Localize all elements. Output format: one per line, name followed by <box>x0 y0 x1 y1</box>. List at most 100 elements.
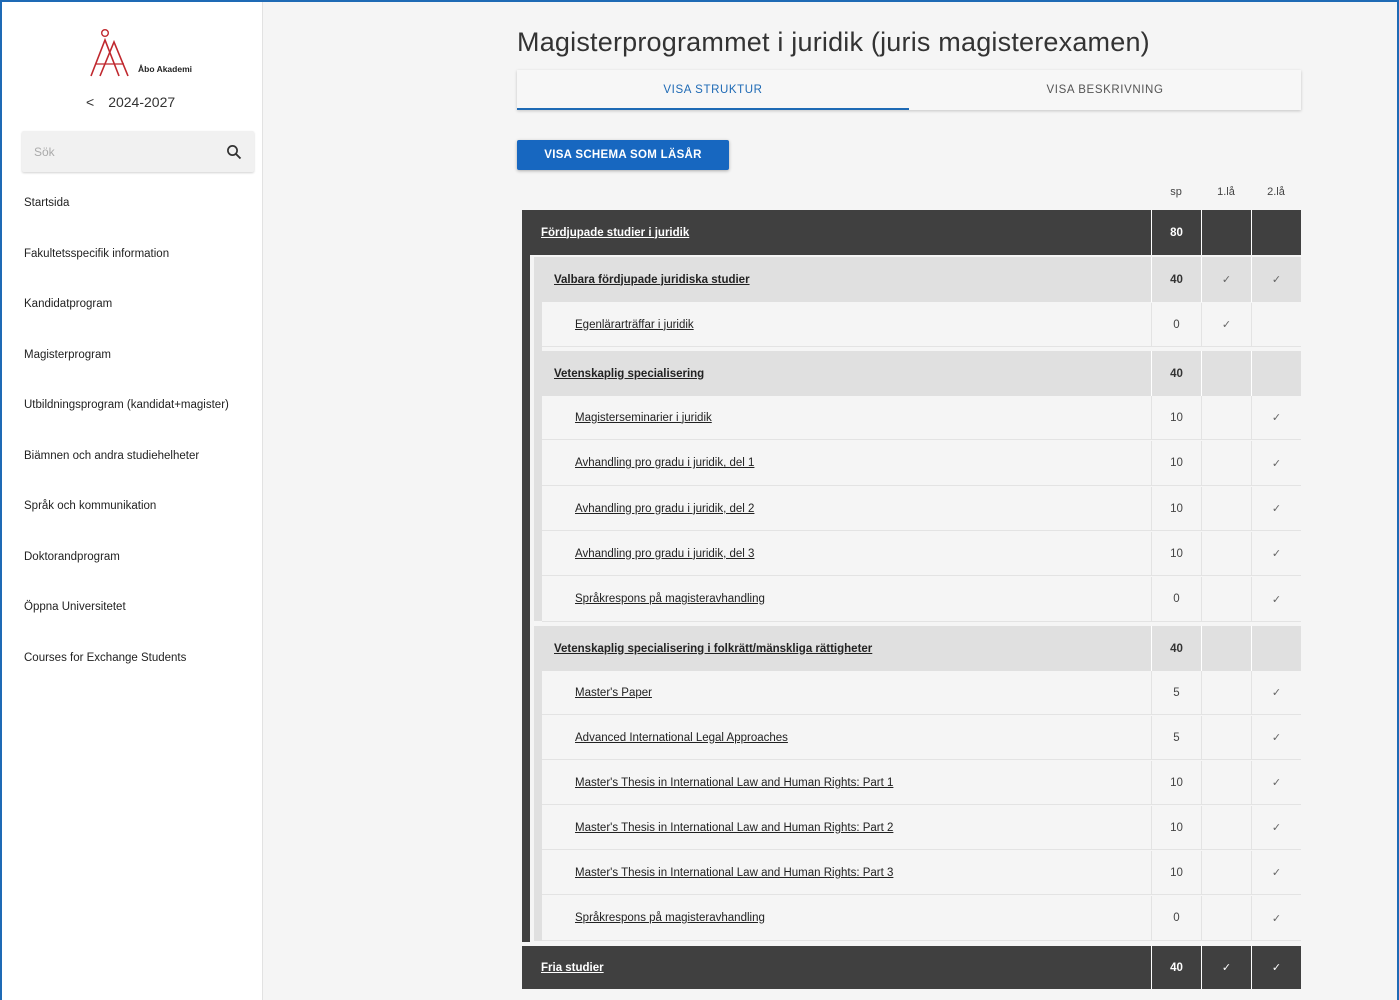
year2-cell: ✓ <box>1251 532 1301 575</box>
credits-cell: 40 <box>1151 257 1201 302</box>
sidebar-item-biamnen[interactable]: Biämnen och andra studiehelheter <box>24 442 264 493</box>
year1-cell <box>1201 487 1251 530</box>
course-link[interactable]: Språkrespons på magisteravhandling <box>542 577 1151 621</box>
credits-cell: 40 <box>1151 946 1201 989</box>
year1-cell <box>1201 577 1251 621</box>
sidebar-item-oppna-universitetet[interactable]: Öppna Universitetet <box>24 593 264 644</box>
group-link[interactable]: Valbara fördjupade juridiska studier <box>534 257 1151 302</box>
year2-cell: ✓ <box>1251 671 1301 714</box>
year1-cell: ✓ <box>1201 257 1251 302</box>
year2-cell: ✓ <box>1251 761 1301 804</box>
credits-cell: 40 <box>1151 626 1201 671</box>
column-header-year2: 2.lå <box>1267 186 1285 198</box>
year1-cell <box>1201 806 1251 849</box>
year2-cell: ✓ <box>1251 716 1301 759</box>
checkmark-icon: ✓ <box>1271 822 1282 834</box>
course-link[interactable]: Magisterseminarier i juridik <box>542 396 1151 439</box>
year2-cell <box>1251 351 1301 396</box>
year1-cell <box>1201 351 1251 396</box>
logo-text: Åbo Akademi <box>138 64 192 74</box>
year2-cell: ✓ <box>1251 577 1301 621</box>
course-link[interactable]: Avhandling pro gradu i juridik, del 2 <box>542 487 1151 530</box>
checkmark-icon: ✓ <box>1221 962 1232 974</box>
year2-cell: ✓ <box>1251 257 1301 302</box>
course-link[interactable]: Master's Paper <box>542 671 1151 714</box>
checkmark-icon: ✓ <box>1271 867 1282 879</box>
group-link[interactable]: Fria studier <box>522 946 1151 989</box>
year1-cell <box>1201 761 1251 804</box>
search-icon[interactable] <box>226 144 242 160</box>
column-header-sp: sp <box>1170 186 1182 198</box>
tab-visa-struktur[interactable]: VISA STRUKTUR <box>517 70 909 110</box>
credits-cell: 10 <box>1151 441 1201 485</box>
group-link[interactable]: Fördjupade studier i juridik <box>522 210 1151 255</box>
year1-cell <box>1201 626 1251 671</box>
year1-cell <box>1201 716 1251 759</box>
year1-cell <box>1201 441 1251 485</box>
credits-cell: 40 <box>1151 351 1201 396</box>
sidebar-item-exchange[interactable]: Courses for Exchange Students <box>24 644 264 695</box>
group-row: Fördjupade studier i juridik 80 <box>522 210 1301 255</box>
course-row: Master's Thesis in International Law and… <box>542 806 1301 850</box>
course-link[interactable]: Master's Thesis in International Law and… <box>542 761 1151 804</box>
group-row: Vetenskaplig specialisering 40 <box>534 351 1301 396</box>
checkmark-icon: ✓ <box>1271 548 1282 560</box>
tab-bar: VISA STRUKTUR VISA BESKRIVNING <box>517 70 1301 110</box>
course-link[interactable]: Avhandling pro gradu i juridik, del 3 <box>542 532 1151 575</box>
search-input[interactable] <box>34 144 204 159</box>
group-link[interactable]: Vetenskaplig specialisering <box>534 351 1151 396</box>
year1-cell: ✓ <box>1201 303 1251 346</box>
checkmark-icon: ✓ <box>1271 732 1282 744</box>
visa-schema-button[interactable]: VISA SCHEMA SOM LÄSÅR <box>517 140 729 170</box>
year1-cell <box>1201 896 1251 940</box>
checkmark-icon: ✓ <box>1271 593 1282 606</box>
year1-cell: ✓ <box>1201 946 1251 989</box>
year2-cell <box>1251 626 1301 671</box>
course-link[interactable]: Master's Thesis in International Law and… <box>542 806 1151 849</box>
year1-cell <box>1201 210 1251 255</box>
page-title: Magisterprogrammet i juridik (juris magi… <box>517 27 1150 57</box>
group-link[interactable]: Vetenskaplig specialisering i folkrätt/m… <box>534 626 1151 671</box>
credits-cell: 10 <box>1151 487 1201 530</box>
course-row: Språkrespons på magisteravhandling 0 ✓ <box>542 896 1301 941</box>
group-row: Vetenskaplig specialisering i folkrätt/m… <box>534 626 1301 671</box>
checkmark-icon: ✓ <box>1221 274 1232 286</box>
credits-cell: 10 <box>1151 851 1201 894</box>
checkmark-icon: ✓ <box>1221 319 1232 331</box>
sidebar-item-kandidatprogram[interactable]: Kandidatprogram <box>24 290 264 341</box>
credits-cell: 10 <box>1151 761 1201 804</box>
course-row: Avhandling pro gradu i juridik, del 3 10 ✓ <box>542 532 1301 576</box>
credits-cell: 0 <box>1151 896 1201 940</box>
sidebar: Åbo Akademi < 2024-2027 Startsida Fakult… <box>2 2 263 1000</box>
year1-cell <box>1201 671 1251 714</box>
year1-cell <box>1201 851 1251 894</box>
subgroup-indicator-bar <box>534 626 542 941</box>
chevron-left-icon[interactable]: < <box>86 94 94 110</box>
checkmark-icon: ✓ <box>1271 503 1282 515</box>
credits-cell: 0 <box>1151 303 1201 346</box>
tab-visa-beskrivning[interactable]: VISA BESKRIVNING <box>909 70 1301 110</box>
search-box[interactable] <box>22 131 254 172</box>
credits-cell: 5 <box>1151 716 1201 759</box>
course-row: Magisterseminarier i juridik 10 ✓ <box>542 396 1301 440</box>
sidebar-item-sprak[interactable]: Språk och kommunikation <box>24 492 264 543</box>
course-link[interactable]: Advanced International Legal Approaches <box>542 716 1151 759</box>
year2-cell: ✓ <box>1251 946 1301 989</box>
course-link[interactable]: Språkrespons på magisteravhandling <box>542 896 1151 940</box>
sidebar-item-fakultetsspecifik[interactable]: Fakultetsspecifik information <box>24 240 264 291</box>
sidebar-item-doktorandprogram[interactable]: Doktorandprogram <box>24 543 264 594</box>
checkmark-icon: ✓ <box>1271 777 1282 789</box>
sidebar-item-utbildningsprogram[interactable]: Utbildningsprogram (kandidat+magister) <box>24 391 264 442</box>
course-link[interactable]: Avhandling pro gradu i juridik, del 1 <box>542 441 1151 485</box>
year1-cell <box>1201 396 1251 439</box>
year2-cell: ✓ <box>1251 851 1301 894</box>
year-selector[interactable]: < 2024-2027 <box>86 94 175 110</box>
course-link[interactable]: Master's Thesis in International Law and… <box>542 851 1151 894</box>
abo-akademi-logo[interactable]: Åbo Akademi <box>86 26 206 78</box>
year2-cell: ✓ <box>1251 806 1301 849</box>
group-row: Fria studier 40 ✓ ✓ <box>522 946 1301 989</box>
checkmark-icon: ✓ <box>1271 412 1282 424</box>
course-link[interactable]: Egenlärarträffar i juridik <box>542 303 1151 346</box>
sidebar-item-magisterprogram[interactable]: Magisterprogram <box>24 341 264 392</box>
year2-cell: ✓ <box>1251 441 1301 485</box>
